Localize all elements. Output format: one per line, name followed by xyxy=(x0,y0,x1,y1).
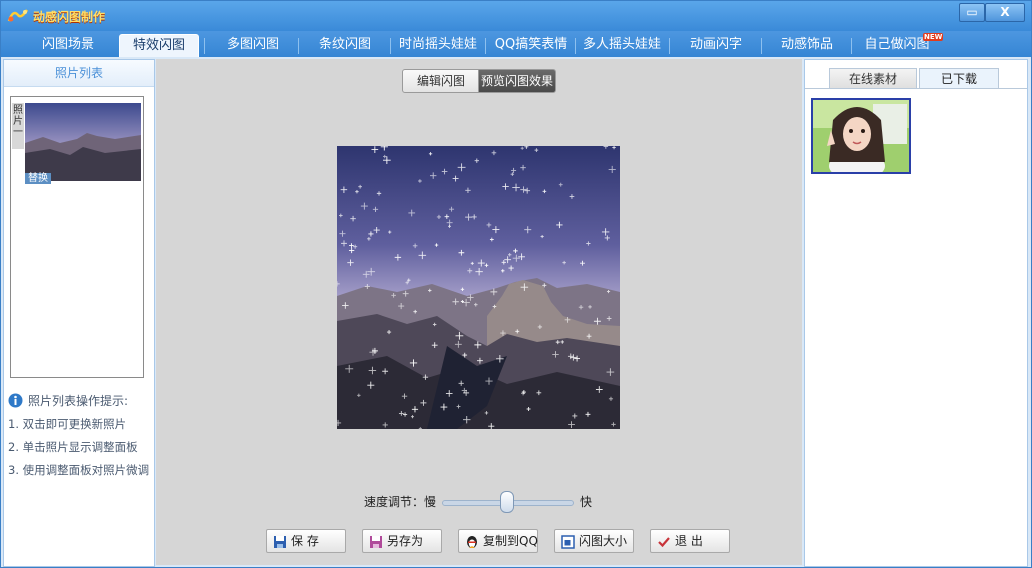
floppy-disk-pink-icon xyxy=(369,534,383,556)
photo-item-tab[interactable]: 照片一 xyxy=(12,103,24,149)
material-thumbnail[interactable] xyxy=(811,98,911,180)
resize-icon xyxy=(561,534,575,556)
tab-flash-scene[interactable]: 闪图场景 xyxy=(25,34,111,56)
tab-divider xyxy=(851,38,852,54)
tab-bobblehead[interactable]: 时尚摇头娃娃 xyxy=(393,34,483,56)
tab-divider xyxy=(575,38,576,54)
app-logo-icon xyxy=(7,7,29,26)
tab-divider xyxy=(298,38,299,54)
tips-title-text: 照片列表操作提示: xyxy=(28,394,129,408)
tip-item: 3. 使用调整面板对照片微调 xyxy=(8,463,150,477)
tab-downloaded[interactable]: 已下载 xyxy=(919,68,999,89)
portrait-image xyxy=(813,100,909,180)
preview-mode-button[interactable]: 预览闪图效果 xyxy=(478,69,556,93)
save-button[interactable]: 保 存 xyxy=(266,529,346,553)
preview-panel: 编辑闪图 预览闪图效果 速度调节：慢 快 保 存 另存为 复制到QQ 闪图大小 … xyxy=(156,59,802,565)
tab-qq-funny[interactable]: QQ搞笑表情 xyxy=(489,34,573,56)
close-button[interactable]: X xyxy=(985,3,1025,22)
tab-effect-flash[interactable]: 特效闪图 xyxy=(119,34,199,57)
tip-item: 1. 双击即可更换新照片 xyxy=(8,417,127,431)
tab-stripe[interactable]: 条纹闪图 xyxy=(303,34,387,56)
new-badge: NEW xyxy=(923,33,944,41)
copy-to-qq-button[interactable]: 复制到QQ xyxy=(458,529,538,553)
replace-photo-label[interactable]: 替换 xyxy=(25,173,51,184)
minimize-button[interactable]: ▭ xyxy=(959,3,985,22)
tab-divider xyxy=(805,88,1027,89)
info-icon xyxy=(8,393,23,411)
window-title: 动感闪图制作 xyxy=(33,10,106,24)
tab-online-materials[interactable]: 在线素材 xyxy=(829,68,917,89)
tab-divider xyxy=(761,38,762,54)
title-bar: 动感闪图制作 ▭ X xyxy=(1,1,1031,31)
flash-preview-image xyxy=(337,146,620,429)
photo-thumbnail[interactable] xyxy=(25,103,141,181)
photo-list-panel: 照片列表 照片一 替换 照片列表操作提示: 1. 双击即可更换新照片 2. 单击… xyxy=(3,59,155,567)
photo-list-header: 照片列表 xyxy=(4,60,154,87)
tab-animated-text[interactable]: 动画闪字 xyxy=(673,34,759,56)
checkmark-icon xyxy=(657,534,671,556)
exit-button[interactable]: 退 出 xyxy=(650,529,730,553)
photo-list[interactable]: 照片一 替换 xyxy=(10,96,144,378)
tab-multi-bobblehead[interactable]: 多人摇头娃娃 xyxy=(577,34,667,56)
tab-divider xyxy=(669,38,670,54)
tab-decorations[interactable]: 动感饰品 xyxy=(765,34,849,56)
tip-item: 2. 单击照片显示调整面板 xyxy=(8,440,138,454)
material-panel: 在线素材 已下载 xyxy=(804,59,1028,567)
tab-divider xyxy=(485,38,486,54)
tab-divider xyxy=(390,38,391,54)
speed-slow-label: 速度调节：慢 xyxy=(364,495,437,509)
qq-penguin-icon xyxy=(465,534,479,556)
category-tab-bar: 闪图场景 特效闪图 多图闪图 条纹闪图 时尚摇头娃娃 QQ搞笑表情 多人摇头娃娃… xyxy=(1,31,1031,57)
tab-divider xyxy=(204,38,205,54)
speed-slider-thumb[interactable] xyxy=(500,491,514,513)
edit-mode-button[interactable]: 编辑闪图 xyxy=(402,69,480,93)
speed-fast-label: 快 xyxy=(580,495,593,509)
image-size-button[interactable]: 闪图大小 xyxy=(554,529,634,553)
save-as-button[interactable]: 另存为 xyxy=(362,529,442,553)
app-window: 动感闪图制作 ▭ X 闪图场景 特效闪图 多图闪图 条纹闪图 时尚摇头娃娃 QQ… xyxy=(0,0,1032,568)
floppy-disk-icon xyxy=(273,534,287,556)
tab-multi-image[interactable]: 多图闪图 xyxy=(211,34,295,56)
